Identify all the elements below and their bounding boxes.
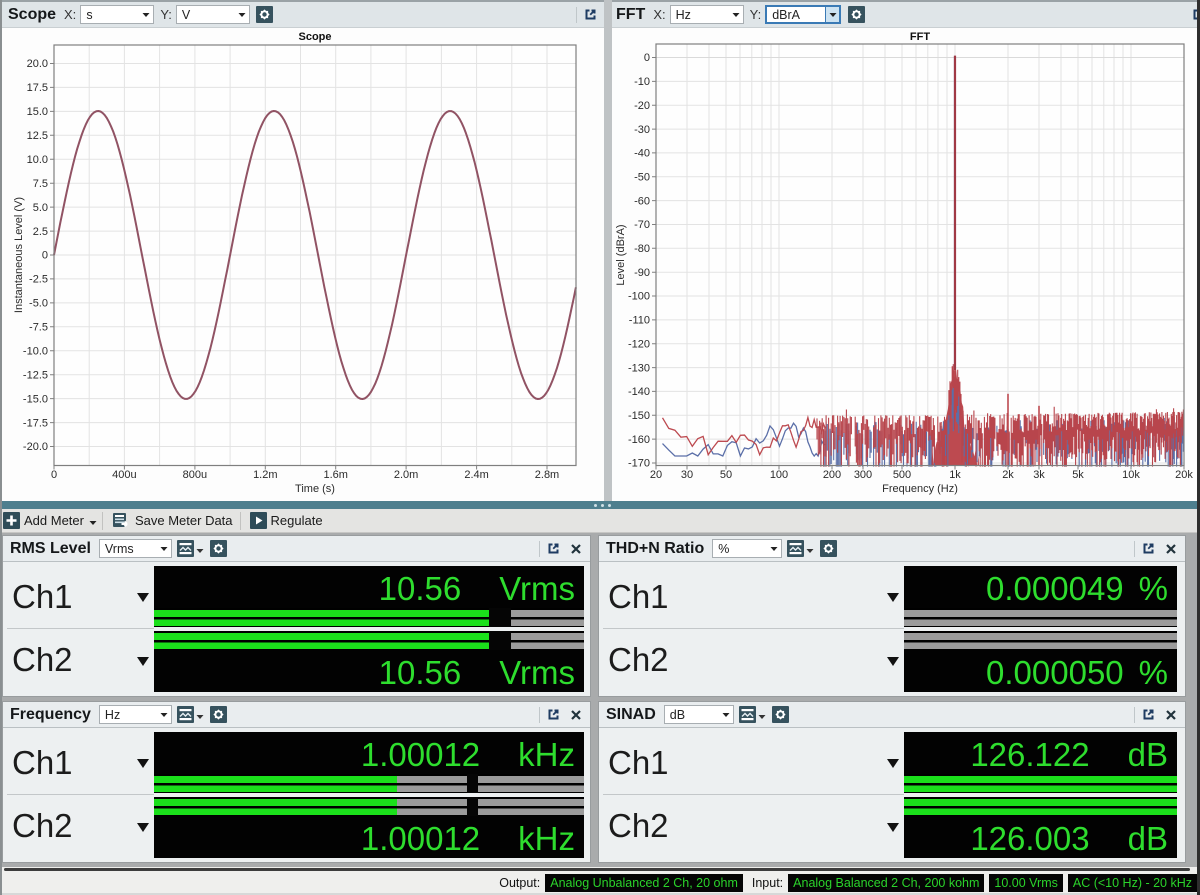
svg-text:-10.0: -10.0	[23, 345, 48, 357]
svg-text:-170: -170	[628, 458, 650, 470]
svg-text:15.0: 15.0	[27, 106, 48, 118]
svg-text:Time (s): Time (s)	[295, 483, 335, 495]
svg-text:-110: -110	[629, 315, 650, 327]
svg-text:-50: -50	[634, 172, 650, 184]
svg-text:Scope: Scope	[298, 31, 331, 43]
svg-text:-70: -70	[634, 219, 650, 231]
svg-text:0: 0	[644, 52, 650, 64]
svg-text:-120: -120	[628, 338, 650, 350]
svg-text:-20.0: -20.0	[23, 441, 48, 453]
svg-text:20k: 20k	[1175, 469, 1193, 481]
svg-text:FFT: FFT	[910, 31, 930, 43]
svg-text:1.6m: 1.6m	[323, 469, 347, 481]
svg-text:1k: 1k	[949, 469, 961, 481]
svg-text:2.8m: 2.8m	[535, 469, 559, 481]
svg-text:2.5: 2.5	[33, 226, 48, 238]
svg-text:12.5: 12.5	[27, 130, 48, 142]
svg-text:-5.0: -5.0	[29, 298, 48, 310]
svg-text:20.0: 20.0	[27, 58, 48, 70]
svg-text:1.2m: 1.2m	[253, 469, 277, 481]
svg-text:Instantaneous Level (V): Instantaneous Level (V)	[13, 197, 25, 313]
svg-text:-2.5: -2.5	[29, 274, 48, 286]
svg-text:-80: -80	[634, 243, 650, 255]
svg-text:7.5: 7.5	[33, 178, 48, 190]
svg-text:2.4m: 2.4m	[464, 469, 488, 481]
svg-text:-60: -60	[634, 195, 650, 207]
svg-text:-10: -10	[634, 76, 650, 88]
svg-text:-160: -160	[628, 434, 650, 446]
svg-text:-140: -140	[628, 386, 650, 398]
svg-text:-30: -30	[634, 124, 650, 136]
svg-text:0: 0	[42, 250, 48, 262]
svg-text:5k: 5k	[1072, 469, 1084, 481]
svg-text:20: 20	[650, 469, 662, 481]
svg-text:800u: 800u	[183, 469, 207, 481]
svg-text:-100: -100	[628, 291, 650, 303]
svg-text:-150: -150	[628, 410, 650, 422]
svg-text:0: 0	[51, 469, 57, 481]
svg-text:3k: 3k	[1033, 469, 1045, 481]
svg-text:-15.0: -15.0	[23, 393, 48, 405]
svg-text:10k: 10k	[1122, 469, 1140, 481]
svg-text:-17.5: -17.5	[23, 417, 48, 429]
svg-text:300: 300	[854, 469, 872, 481]
svg-text:17.5: 17.5	[27, 82, 48, 94]
svg-text:50: 50	[720, 469, 732, 481]
svg-text:500: 500	[893, 469, 911, 481]
svg-text:400u: 400u	[112, 469, 136, 481]
svg-text:-20: -20	[634, 100, 650, 112]
svg-text:10.0: 10.0	[27, 154, 48, 166]
svg-text:-90: -90	[634, 267, 650, 279]
svg-text:-12.5: -12.5	[23, 369, 48, 381]
svg-text:Level (dBrA): Level (dBrA)	[615, 224, 627, 285]
svg-text:-7.5: -7.5	[29, 322, 48, 334]
svg-text:2.0m: 2.0m	[394, 469, 418, 481]
svg-text:Frequency (Hz): Frequency (Hz)	[882, 483, 958, 495]
svg-text:2k: 2k	[1002, 469, 1014, 481]
svg-text:200: 200	[823, 469, 841, 481]
svg-text:30: 30	[681, 469, 693, 481]
svg-text:-40: -40	[634, 148, 650, 160]
svg-text:100: 100	[770, 469, 788, 481]
svg-text:5.0: 5.0	[33, 202, 48, 214]
svg-text:-130: -130	[628, 362, 650, 374]
